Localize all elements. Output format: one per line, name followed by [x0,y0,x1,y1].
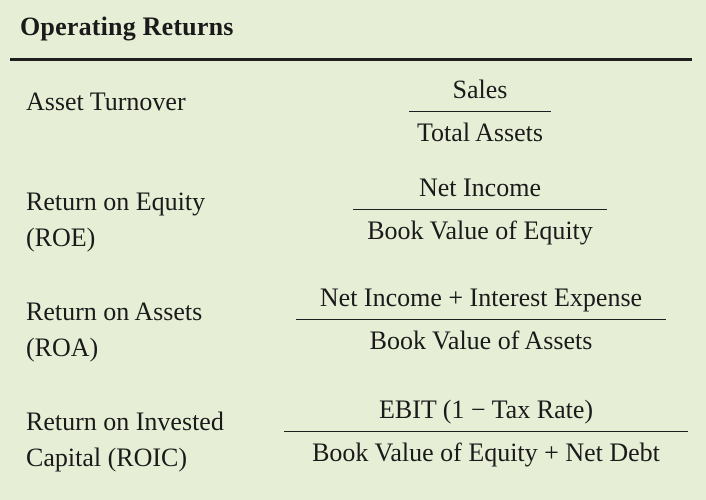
fraction-bar [296,319,666,320]
row-label-line1: Asset Turnover [26,87,186,116]
row-label: Asset Turnover [26,84,186,120]
formula-denominator: Total Assets [416,118,543,147]
formula-numerator: Sales [452,75,508,104]
formula-numerator: Net Income [418,173,541,202]
table-title: Operating Returns [20,12,234,41]
row-label-line1: Return on Assets [26,297,203,326]
row-label: Return on Equity (ROE) [26,184,205,256]
formula-denominator: Book Value of Equity + Net Debt [312,438,660,467]
row-label-line1: Return on Equity [26,187,206,216]
formula-numerator: EBIT (1 − Tax Rate) [378,395,594,424]
row-label-line2: (ROA) [26,333,99,362]
fraction-bar [409,111,551,112]
fraction-bar [353,209,607,210]
formula-fraction: Sales Total Assets [390,72,570,151]
formula-fraction: EBIT (1 − Tax Rate) Book Value of Equity… [276,392,696,471]
row-label: Return on Assets (ROA) [26,294,202,366]
formula-denominator: Book Value of Equity [367,216,593,245]
operating-returns-table: Operating Returns Asset Turnover Sales T… [0,0,706,500]
fraction-bar [284,431,688,432]
formula-numerator: Net Income + Interest Expense [319,283,643,312]
row-label-line2: (ROE) [26,223,96,252]
row-label-line2: Capital (ROIC) [26,443,188,472]
title-divider [10,58,692,61]
row-label: Return on Invested Capital (ROIC) [26,404,224,476]
formula-fraction: Net Income Book Value of Equity [340,170,620,249]
formula-fraction: Net Income + Interest Expense Book Value… [284,280,678,359]
formula-denominator: Book Value of Assets [369,326,593,355]
row-label-line1: Return on Invested [26,407,224,436]
